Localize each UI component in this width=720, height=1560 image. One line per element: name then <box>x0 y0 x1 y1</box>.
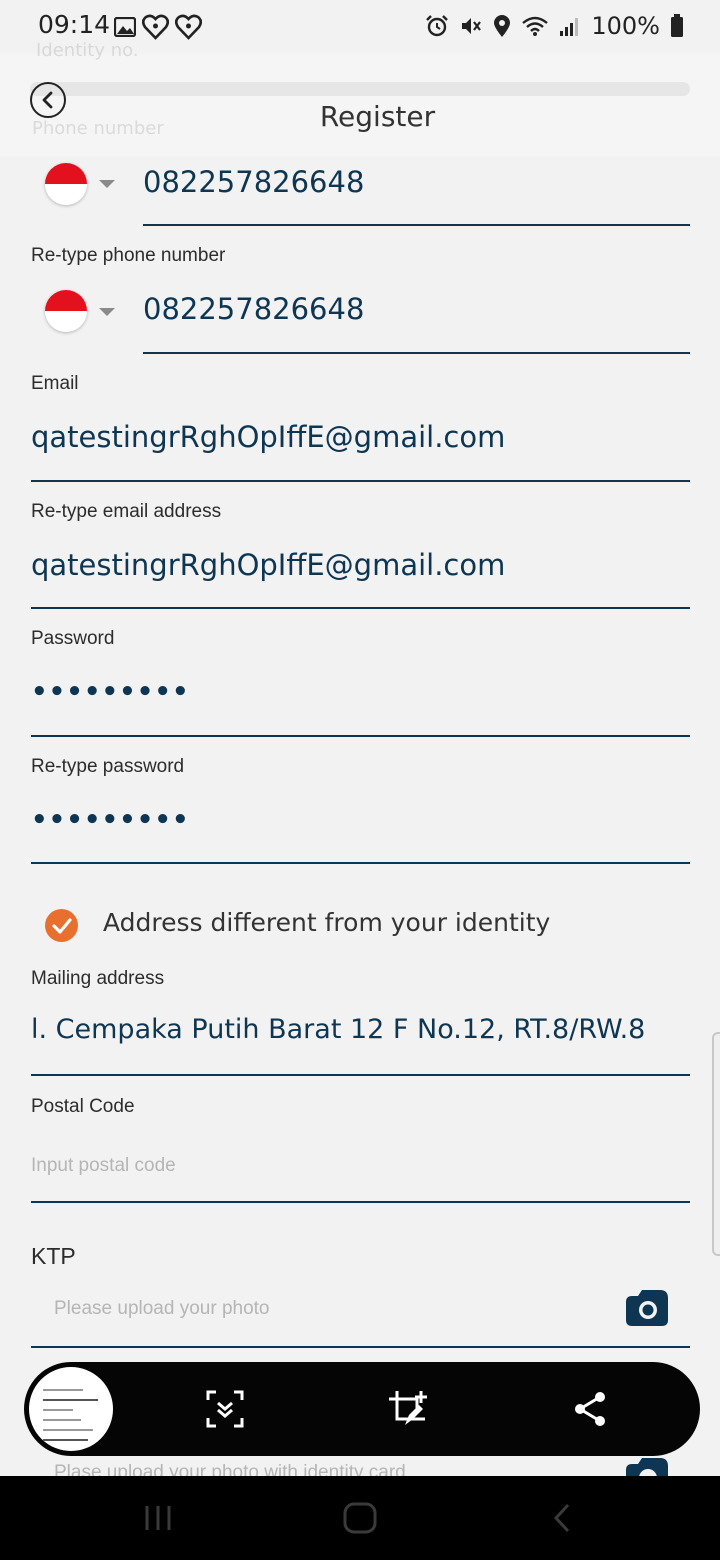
checkmark-icon <box>51 917 72 934</box>
camera-icon[interactable] <box>624 1456 670 1476</box>
phone-number-input[interactable]: 082257826648 <box>143 165 364 199</box>
retype-password-input[interactable]: ••••••••• <box>31 805 190 835</box>
share-button[interactable] <box>565 1384 615 1434</box>
retype-email-underline <box>31 607 690 609</box>
crop-edit-icon <box>389 1391 427 1425</box>
mute-icon <box>462 18 482 34</box>
mailing-address-underline <box>31 1074 690 1076</box>
postal-code-underline <box>31 1201 690 1203</box>
mailing-address-input[interactable]: l. Cempaka Putih Barat 12 F No.12, RT.8/… <box>31 1014 645 1045</box>
back-nav-button[interactable] <box>537 1498 587 1538</box>
address-different-label[interactable]: Address different from your identity <box>103 908 550 937</box>
camera-icon[interactable] <box>624 1288 670 1328</box>
battery-percent: 100% <box>591 12 660 40</box>
status-bar: 09:14 100% <box>0 0 720 54</box>
country-dropdown-caret-icon[interactable] <box>99 308 115 316</box>
scroll-capture-icon <box>206 1390 244 1428</box>
home-button[interactable] <box>335 1498 385 1538</box>
retype-phone-underline <box>143 352 690 354</box>
password-label: Password <box>31 628 115 649</box>
recent-apps-icon <box>145 1506 171 1530</box>
register-screen: 082257826648 Re-type phone number 082257… <box>0 0 720 1476</box>
page-title: Register <box>319 100 436 133</box>
scroll-capture-button[interactable] <box>200 1384 250 1434</box>
battery-icon <box>671 14 683 37</box>
email-label: Email <box>31 373 79 394</box>
selfie-upload-input[interactable]: Plase upload your photo with identity ca… <box>54 1462 406 1476</box>
recent-apps-button[interactable] <box>133 1498 183 1538</box>
country-flag-indonesia[interactable] <box>45 163 87 205</box>
retype-phone-input[interactable]: 082257826648 <box>143 292 364 326</box>
retype-email-label: Re-type email address <box>31 501 222 522</box>
ktp-underline <box>31 1346 690 1348</box>
retype-phone-label: Re-type phone number <box>31 245 226 266</box>
navigation-bar <box>0 1476 720 1560</box>
location-icon <box>494 15 511 37</box>
address-different-checkbox[interactable] <box>45 909 78 942</box>
email-input[interactable]: qatestingrRghOpIffE@gmail.com <box>31 420 505 454</box>
signal-icon <box>560 18 579 36</box>
heart-app-icon <box>142 14 169 40</box>
scrollbar[interactable] <box>712 1032 720 1256</box>
mailing-address-label: Mailing address <box>31 968 165 989</box>
country-dropdown-caret-icon[interactable] <box>99 180 115 188</box>
wifi-icon <box>522 16 549 36</box>
screenshot-thumbnail[interactable] <box>26 1364 116 1454</box>
heart-app-icon <box>175 14 202 40</box>
back-icon <box>553 1503 570 1533</box>
system-icons: 100% <box>425 12 684 40</box>
ktp-upload-input[interactable]: Please upload your photo <box>54 1298 270 1320</box>
share-icon <box>575 1392 605 1426</box>
alarm-icon <box>426 15 449 37</box>
home-icon <box>343 1502 377 1534</box>
password-underline <box>31 735 690 737</box>
retype-password-underline <box>31 862 690 864</box>
app-header: Identity no. Phone number Register <box>0 40 720 157</box>
status-time: 09:14 <box>38 10 111 39</box>
crop-edit-button[interactable] <box>382 1384 432 1434</box>
notification-icons <box>114 14 202 40</box>
email-underline <box>31 480 690 482</box>
phone-number-underline <box>143 224 690 226</box>
gallery-icon <box>114 17 136 37</box>
country-flag-indonesia[interactable] <box>45 290 87 332</box>
retype-email-input[interactable]: qatestingrRghOpIffE@gmail.com <box>31 548 505 582</box>
ghost-divider <box>30 82 690 96</box>
mailing-address-field[interactable]: l. Cempaka Putih Barat 12 F No.12, RT.8/… <box>31 1010 690 1056</box>
postal-code-input[interactable]: Input postal code <box>31 1155 176 1177</box>
retype-password-label: Re-type password <box>31 756 185 777</box>
ktp-label: KTP <box>31 1243 76 1269</box>
screenshot-toolbar <box>24 1362 700 1456</box>
postal-code-label: Postal Code <box>31 1096 135 1117</box>
password-input[interactable]: ••••••••• <box>31 677 190 707</box>
